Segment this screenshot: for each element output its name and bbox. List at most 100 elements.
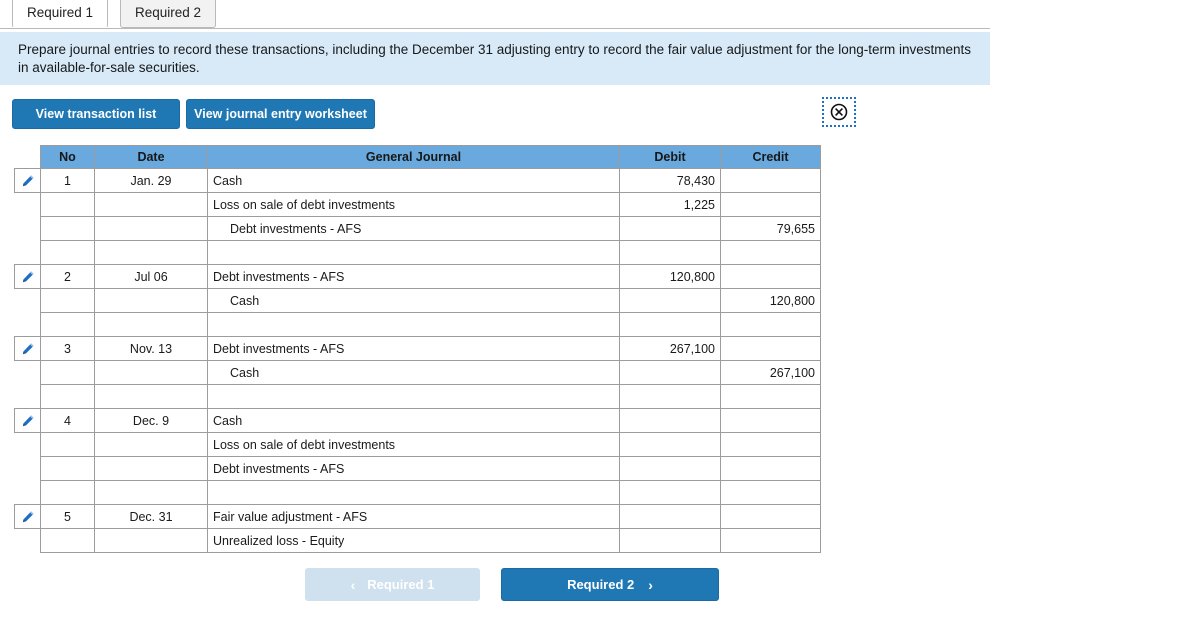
journal-cell-credit[interactable] <box>720 384 821 409</box>
journal-row <box>15 384 821 409</box>
journal-cell-credit[interactable] <box>720 480 821 505</box>
journal-cell-account[interactable]: Fair value adjustment - AFS <box>207 504 620 529</box>
journal-cell-credit[interactable]: 79,655 <box>720 216 821 241</box>
journal-cell-debit[interactable] <box>619 360 721 385</box>
tab-required-2[interactable]: Required 2 <box>120 0 217 28</box>
journal-cell-debit[interactable] <box>619 408 721 433</box>
edit-cell-empty <box>15 289 41 313</box>
journal-cell-credit[interactable] <box>720 432 821 457</box>
journal-cell-date[interactable] <box>94 216 208 241</box>
journal-cell-debit[interactable] <box>619 432 721 457</box>
journal-cell-credit[interactable] <box>720 312 821 337</box>
edit-cell-empty <box>15 529 41 553</box>
column-header-journal: General Journal <box>207 145 620 169</box>
journal-cell-debit[interactable] <box>619 528 721 553</box>
journal-cell-credit[interactable] <box>720 408 821 433</box>
journal-cell-account[interactable]: Cash <box>207 408 620 433</box>
journal-cell-debit[interactable] <box>619 384 721 409</box>
journal-cell-account[interactable] <box>207 312 620 337</box>
journal-cell-account[interactable]: Loss on sale of debt investments <box>207 432 620 457</box>
journal-cell-debit[interactable]: 120,800 <box>619 264 721 289</box>
journal-cell-no <box>40 312 95 337</box>
journal-cell-debit[interactable]: 1,225 <box>619 192 721 217</box>
journal-cell-date[interactable] <box>94 360 208 385</box>
journal-cell-no <box>40 288 95 313</box>
journal-cell-account[interactable]: Cash <box>207 288 620 313</box>
instruction-banner: Prepare journal entries to record these … <box>0 32 990 85</box>
journal-cell-credit[interactable]: 120,800 <box>720 288 821 313</box>
journal-cell-no <box>40 456 95 481</box>
journal-row <box>15 480 821 505</box>
edit-entry-pencil-icon[interactable] <box>14 264 41 289</box>
edit-cell-empty <box>15 481 41 505</box>
journal-cell-account[interactable]: Cash <box>207 168 620 193</box>
journal-cell-credit[interactable] <box>720 192 821 217</box>
journal-cell-date[interactable]: Jan. 29 <box>94 168 208 193</box>
journal-cell-no: 1 <box>40 168 95 193</box>
journal-cell-no <box>40 480 95 505</box>
edit-cell-empty <box>15 313 41 337</box>
tab-required-1[interactable]: Required 1 <box>12 0 109 28</box>
journal-cell-credit[interactable] <box>720 456 821 481</box>
journal-cell-account[interactable]: Unrealized loss - Equity <box>207 528 620 553</box>
journal-cell-date[interactable] <box>94 528 208 553</box>
journal-cell-account[interactable] <box>207 384 620 409</box>
journal-cell-debit[interactable] <box>619 480 721 505</box>
journal-cell-debit[interactable] <box>619 216 721 241</box>
journal-cell-date[interactable]: Dec. 31 <box>94 504 208 529</box>
edit-entry-pencil-icon[interactable] <box>14 168 41 193</box>
journal-cell-debit[interactable] <box>619 504 721 529</box>
edit-entry-pencil-icon[interactable] <box>14 408 41 433</box>
journal-cell-account[interactable]: Cash <box>207 360 620 385</box>
journal-cell-date[interactable] <box>94 192 208 217</box>
journal-row: Cash 267,100 <box>15 360 821 385</box>
journal-cell-date[interactable] <box>94 288 208 313</box>
journal-cell-account[interactable]: Loss on sale of debt investments <box>207 192 620 217</box>
journal-cell-date[interactable] <box>94 240 208 265</box>
journal-cell-credit[interactable] <box>720 240 821 265</box>
journal-cell-credit[interactable] <box>720 336 821 361</box>
journal-cell-date[interactable]: Nov. 13 <box>94 336 208 361</box>
journal-cell-debit[interactable] <box>619 456 721 481</box>
journal-cell-debit[interactable] <box>619 240 721 265</box>
next-required-button[interactable]: Required 2 › <box>501 568 719 601</box>
view-transaction-list-button[interactable]: View transaction list <box>12 99 180 129</box>
journal-cell-debit[interactable] <box>619 312 721 337</box>
journal-cell-date[interactable] <box>94 432 208 457</box>
edit-cell-empty <box>15 193 41 217</box>
journal-cell-account[interactable] <box>207 480 620 505</box>
chevron-right-icon: › <box>648 576 653 593</box>
journal-cell-credit[interactable] <box>720 528 821 553</box>
journal-cell-date[interactable] <box>94 312 208 337</box>
journal-cell-credit[interactable] <box>720 504 821 529</box>
previous-required-button[interactable]: ‹ Required 1 <box>305 568 480 601</box>
column-header-date: Date <box>94 145 208 169</box>
view-journal-entry-worksheet-button[interactable]: View journal entry worksheet <box>186 99 375 129</box>
journal-cell-debit[interactable]: 267,100 <box>619 336 721 361</box>
journal-cell-account[interactable] <box>207 240 620 265</box>
edit-entry-pencil-icon[interactable] <box>14 504 41 529</box>
journal-cell-debit[interactable]: 78,430 <box>619 168 721 193</box>
edit-entry-pencil-icon[interactable] <box>14 336 41 361</box>
journal-cell-date[interactable]: Jul 06 <box>94 264 208 289</box>
view-transaction-list-label: View transaction list <box>35 107 157 121</box>
journal-cell-date[interactable] <box>94 384 208 409</box>
journal-cell-account[interactable]: Debt investments - AFS <box>207 264 620 289</box>
chevron-left-icon: ‹ <box>350 576 356 593</box>
journal-cell-date[interactable] <box>94 456 208 481</box>
tab-required-1-label: Required 1 <box>27 5 94 20</box>
column-header-credit: Credit <box>720 145 821 169</box>
broken-image-icon[interactable] <box>822 97 856 127</box>
journal-cell-account[interactable]: Debt investments - AFS <box>207 216 620 241</box>
journal-cell-credit[interactable] <box>720 168 821 193</box>
journal-row: 1 Jan. 29 Cash 78,430 <box>14 168 821 193</box>
column-header-debit: Debit <box>619 145 721 169</box>
journal-cell-date[interactable] <box>94 480 208 505</box>
journal-cell-credit[interactable] <box>720 264 821 289</box>
journal-cell-debit[interactable] <box>619 288 721 313</box>
journal-cell-account[interactable]: Debt investments - AFS <box>207 336 620 361</box>
journal-cell-credit[interactable]: 267,100 <box>720 360 821 385</box>
journal-cell-date[interactable]: Dec. 9 <box>94 408 208 433</box>
journal-cell-no <box>40 360 95 385</box>
journal-cell-account[interactable]: Debt investments - AFS <box>207 456 620 481</box>
